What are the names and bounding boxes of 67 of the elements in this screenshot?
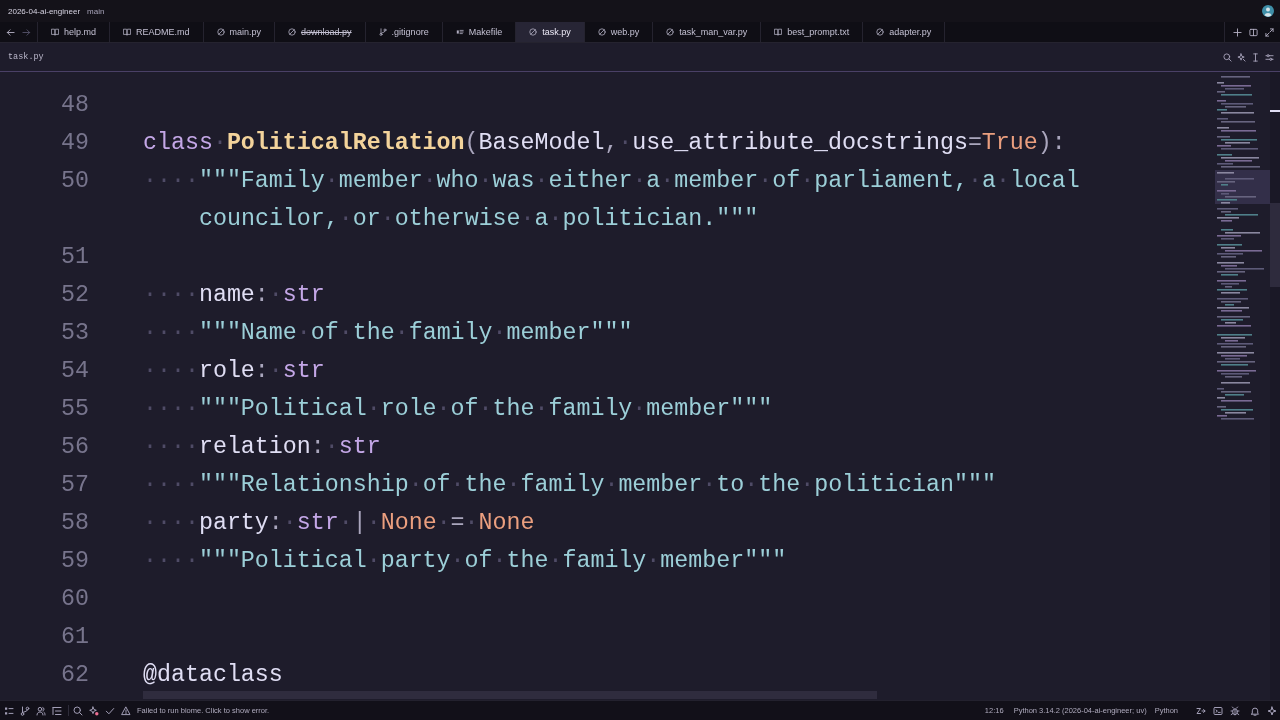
text-cursor-icon[interactable] [1251, 52, 1260, 62]
sparkle-icon[interactable] [1237, 52, 1246, 62]
slashed-circle-icon [288, 28, 297, 36]
code-line: ····"""Name·of·the·family·member""" [143, 319, 633, 348]
line-number: 53 [61, 320, 89, 346]
project-name[interactable]: 2026-04-ai-engineer [8, 6, 81, 16]
back-arrow-icon[interactable] [6, 27, 15, 37]
breadcrumb[interactable]: task.py [8, 52, 44, 62]
line-number: 58 [61, 510, 89, 536]
bell-icon[interactable] [1250, 705, 1260, 716]
code-line: ····"""Family·member·who·was·either·a·member·of·parliament,·a·local [143, 167, 1080, 196]
code-line: councilor,·or·otherwise·a·politician.""" [199, 205, 759, 234]
code-line: @dataclass [143, 661, 283, 690]
book-icon [123, 28, 132, 36]
slashed-circle-icon [597, 28, 606, 36]
plus-icon[interactable] [1233, 27, 1242, 37]
line-number: 59 [61, 548, 89, 574]
slashed-circle-icon [666, 28, 675, 36]
scrollbar-thumb[interactable] [1270, 203, 1280, 287]
line-number: 51 [61, 244, 89, 270]
list-icon[interactable] [4, 705, 14, 716]
people-icon[interactable] [36, 705, 46, 716]
bars-icon [455, 28, 464, 36]
scrollbar-track[interactable] [1270, 72, 1280, 700]
z-arrow-icon[interactable] [1196, 705, 1206, 716]
branch-icon [378, 28, 387, 36]
branch-name[interactable]: main [87, 6, 105, 16]
expand-icon[interactable] [1265, 27, 1274, 37]
book-icon [51, 28, 59, 36]
line-number: 54 [61, 358, 89, 384]
line-number: 55 [61, 396, 89, 422]
file-tab[interactable]: task.py [515, 22, 584, 42]
sliders-icon[interactable] [1265, 52, 1274, 62]
line-number: 56 [61, 434, 89, 460]
check-icon[interactable] [105, 705, 115, 716]
code-line: ····"""Political·role·of·the·family·member""" [143, 395, 773, 424]
warning-icon[interactable] [121, 705, 131, 716]
outline-icon[interactable] [52, 705, 62, 716]
search-icon[interactable] [1223, 52, 1232, 62]
cursor-marker [1270, 110, 1280, 112]
avatar-icon[interactable] [1262, 5, 1274, 17]
search-icon[interactable] [73, 705, 83, 716]
terminal-icon[interactable] [1213, 705, 1223, 716]
code-line: class·PoliticalRelation(BaseModel,·use_attribute_docstrings=True): [143, 129, 1066, 158]
slashed-circle-icon [529, 28, 538, 36]
sparkle-icon[interactable] [89, 705, 99, 716]
sparkle-icon[interactable] [1267, 705, 1277, 716]
slashed-circle-icon [216, 28, 225, 36]
line-number: 48 [61, 92, 89, 118]
code-line: ····name:·str [143, 281, 325, 310]
bug-icon[interactable] [1230, 705, 1240, 716]
code-line: ····"""Relationship·of·the·family·member·to·the·politician""" [143, 471, 996, 500]
code-line: ····role:·str [143, 357, 325, 386]
book-icon [774, 28, 783, 36]
line-number: 60 [61, 586, 89, 612]
split-pane-icon[interactable] [1249, 27, 1258, 37]
code-line: ····"""Political·party·of·the·family·member""" [143, 547, 787, 576]
slashed-circle-icon [876, 28, 885, 36]
code-line: ····relation:·str [143, 433, 381, 462]
line-number: 62 [61, 662, 89, 688]
code-line: ····party:·str·|·None·=·None [143, 509, 535, 538]
branch-icon[interactable] [20, 705, 30, 716]
line-number: 61 [61, 624, 89, 650]
line-number: 57 [61, 472, 89, 498]
line-number: 49 [61, 130, 89, 156]
line-number: 52 [61, 282, 89, 308]
line-number: 50 [61, 168, 89, 194]
